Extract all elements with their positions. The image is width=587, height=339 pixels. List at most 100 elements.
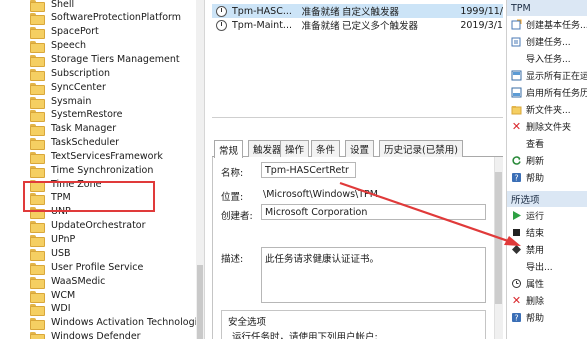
action-create-basic-task[interactable]: 创建基本任务... [507, 18, 587, 31]
action-import-task[interactable]: 导入任务... [507, 52, 587, 65]
tree-item-label: Speech [51, 40, 86, 51]
tree-item-label: Windows Activation Technologies [51, 317, 205, 328]
tab-settings[interactable]: 设置 [345, 140, 375, 157]
detail-tabs: 常规 触发器 操作 条件 设置 历史记录(已禁用) [212, 140, 503, 158]
properties-icon [511, 278, 522, 289]
run-icon [511, 210, 522, 221]
tree-item-label: SoftwareProtectionPlatform [51, 12, 182, 23]
tree-item-label: WDI [51, 303, 71, 314]
action-enable-history[interactable]: 启用所有任务历 [507, 86, 587, 99]
end-icon [511, 227, 522, 238]
tree-item-label: Windows Defender [51, 331, 141, 339]
description-field[interactable]: 此任务请求健康认证证书。 [261, 247, 486, 303]
tab-actions[interactable]: 操作 [280, 140, 310, 157]
tree-item-spaceport[interactable]: SpacePort [30, 25, 99, 39]
name-label: 名称: [221, 168, 244, 179]
import-task-icon [511, 53, 522, 64]
delete-icon: ✕ [511, 294, 522, 307]
tree-item-storage-tiers-management[interactable]: Storage Tiers Management [30, 53, 180, 67]
tree-item-wdi[interactable]: WDI [30, 302, 71, 316]
tree-item-usb[interactable]: USB [30, 247, 71, 261]
location-label: 位置: [221, 192, 244, 203]
action-label: 属性 [526, 280, 545, 290]
help-icon: ? [511, 172, 522, 183]
tree-item-windows-defender[interactable]: Windows Defender [30, 330, 141, 339]
tree-item-systemrestore[interactable]: SystemRestore [30, 108, 122, 122]
tree-item-upnp[interactable]: UPnP [30, 233, 75, 247]
action-new-folder[interactable]: 新文件夹... [507, 103, 587, 116]
tree-scroll-thumb[interactable] [197, 265, 203, 339]
tree-item-label: WaaSMedic [51, 276, 106, 287]
description-label: 描述: [221, 254, 244, 265]
tree-item-windows-activation-technologies[interactable]: Windows Activation Technologies [30, 316, 205, 330]
tree-item-synccenter[interactable]: SyncCenter [30, 81, 106, 95]
folder-icon [30, 248, 45, 261]
action-label: 帮助 [526, 174, 545, 184]
annotation-highlight-box [23, 181, 155, 212]
tree-item-speech[interactable]: Speech [30, 39, 86, 53]
action-disable[interactable]: 禁用 [507, 243, 587, 256]
action-delete[interactable]: ✕ 删除 [507, 294, 587, 307]
task-row[interactable]: Tpm-Maint... 准备就绪 已定义多个触发器 2019/3/1 [212, 18, 503, 32]
tree-item-sysmain[interactable]: Sysmain [30, 95, 92, 109]
action-display-running[interactable]: 显示所有正在运 [507, 69, 587, 82]
action-label: 导出... [526, 263, 553, 273]
action-help-selected[interactable]: ? 帮助 [507, 311, 587, 324]
action-properties[interactable]: 属性 [507, 277, 587, 290]
action-delete-folder[interactable]: ✕ 删除文件夹 [507, 120, 587, 133]
action-label: 帮助 [526, 314, 545, 324]
export-icon [511, 261, 522, 272]
tree-item-waasmedic[interactable]: WaaSMedic [30, 275, 106, 289]
tree-item-label: Subscription [51, 68, 111, 79]
action-end[interactable]: 结束 [507, 226, 587, 239]
folder-icon [30, 109, 45, 122]
action-run[interactable]: 运行 [507, 209, 587, 222]
action-label: 创建任务... [526, 38, 571, 48]
tab-general[interactable]: 常规 [214, 140, 244, 158]
task-next-run: 2019/3/1 [460, 19, 503, 31]
delete-folder-icon: ✕ [511, 120, 522, 133]
action-help[interactable]: ? 帮助 [507, 171, 587, 184]
tab-conditions[interactable]: 条件 [311, 140, 341, 157]
action-label: 结束 [526, 229, 545, 239]
detail-scroll-thumb[interactable] [495, 172, 502, 304]
tree-item-time-synchronization[interactable]: Time Synchronization [30, 164, 153, 178]
action-export[interactable]: 导出... [507, 260, 587, 273]
folder-icon [30, 54, 45, 67]
tree-item-taskscheduler[interactable]: TaskScheduler [30, 136, 119, 150]
actions-section-header[interactable]: TPM [507, 0, 587, 16]
tree-item-user-profile-service[interactable]: User Profile Service [30, 261, 143, 275]
author-field[interactable]: Microsoft Corporation [261, 204, 486, 220]
tree-item-textservicesframework[interactable]: TextServicesFramework [30, 150, 163, 164]
action-refresh[interactable]: 刷新 [507, 154, 587, 167]
tree-item-updateorchestrator[interactable]: UpdateOrchestrator [30, 219, 146, 233]
folder-icon [30, 96, 45, 109]
tree-item-subscription[interactable]: Subscription [30, 67, 111, 81]
folder-icon [30, 303, 45, 316]
folder-icon [30, 12, 45, 25]
folder-icon [30, 276, 45, 289]
tree-item-wcm[interactable]: WCM [30, 289, 75, 303]
location-value: \Microsoft\Windows\TPM [263, 189, 378, 200]
security-options-text: 运行任务时，请使用下列用户帐户: [232, 332, 378, 339]
action-create-task[interactable]: 创建任务... [507, 35, 587, 48]
tree-item-label: Sysmain [51, 96, 92, 107]
action-label: 启用所有任务历 [526, 89, 587, 99]
tab-history[interactable]: 历史记录(已禁用) [379, 140, 463, 157]
tree-item-label: Shell [51, 0, 75, 10]
selected-item-section-header[interactable]: 所选项 [507, 191, 587, 207]
action-view[interactable]: 查看 [507, 137, 587, 150]
tree-item-task-manager[interactable]: Task Manager [30, 122, 116, 136]
task-next-run: 1999/11/ [460, 5, 503, 17]
tree-item-softwareprotectionplatform[interactable]: SoftwareProtectionPlatform [30, 11, 182, 25]
create-basic-task-icon [511, 19, 522, 30]
view-icon [511, 138, 522, 149]
tree-item-shell[interactable]: Shell [30, 0, 75, 12]
create-task-icon [511, 36, 522, 47]
folder-icon [30, 40, 45, 53]
task-row[interactable]: Tpm-HASC... 准备就绪 自定义触发器 1999/11/ [212, 4, 503, 18]
name-field[interactable]: Tpm-HASCertRetr [261, 162, 356, 178]
action-label: 运行 [526, 212, 545, 222]
enable-history-icon [511, 87, 522, 98]
general-tab-content: 名称: Tpm-HASCertRetr 位置: \Microsoft\Windo… [212, 157, 494, 339]
